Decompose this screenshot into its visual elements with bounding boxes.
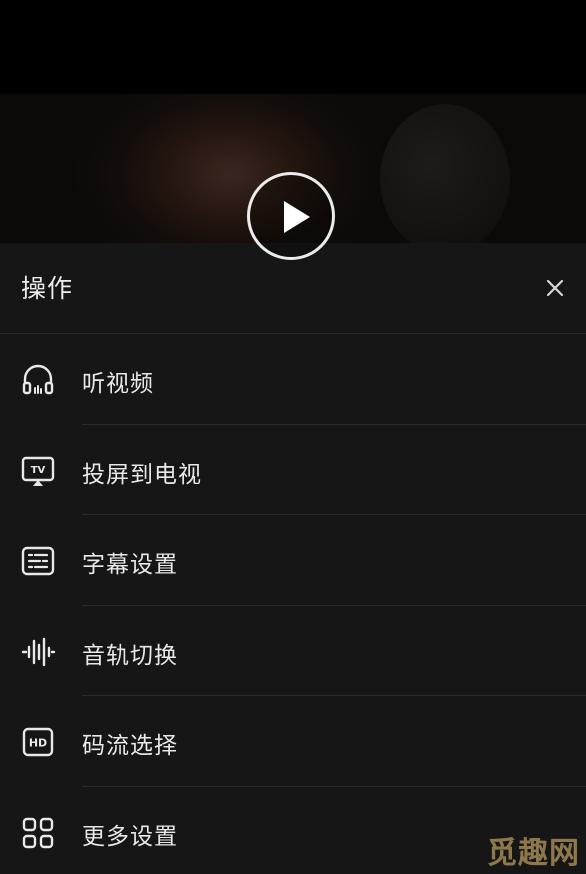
- menu-item-label: 字幕设置: [82, 552, 178, 578]
- menu-item-listen-video[interactable]: 听视频: [0, 334, 586, 425]
- close-button[interactable]: [540, 273, 570, 303]
- play-button[interactable]: [247, 172, 335, 260]
- menu-item-label: 投屏到电视: [82, 461, 202, 488]
- headphones-icon: [22, 364, 54, 395]
- status-bar-area: [0, 0, 586, 94]
- audio-waveform-icon: [21, 637, 56, 666]
- tv-cast-icon: TV: [21, 456, 55, 486]
- menu-item-bitrate-select[interactable]: HD 码流选择: [0, 696, 586, 787]
- svg-text:TV: TV: [31, 465, 46, 476]
- sheet-title: 操作: [21, 274, 74, 303]
- menu-item-label: 码流选择: [82, 733, 178, 759]
- close-icon: [546, 279, 564, 297]
- subtitles-icon: [21, 546, 55, 576]
- menu-item-label: 更多设置: [82, 823, 178, 850]
- video-frame-shadow: [380, 104, 510, 254]
- grid-icon: [22, 817, 54, 848]
- menu-item-audio-track[interactable]: 音轨切换: [0, 606, 586, 696]
- svg-text:HD: HD: [29, 737, 47, 750]
- play-icon: [284, 201, 310, 233]
- menu-item-cast-to-tv[interactable]: TV 投屏到电视: [0, 425, 586, 515]
- hd-icon: HD: [22, 727, 54, 757]
- menu-item-subtitle-settings[interactable]: 字幕设置: [0, 515, 586, 606]
- screen: 操作 听视频 TV 投屏到电视 字幕设置 音轨切换 HD 码流选择 更多设置 觅…: [0, 0, 586, 874]
- menu-item-label: 听视频: [82, 371, 154, 397]
- watermark: 觅趣网: [487, 836, 580, 871]
- action-sheet: 操作 听视频 TV 投屏到电视 字幕设置 音轨切换 HD 码流选择 更多设置: [0, 243, 586, 874]
- menu-item-label: 音轨切换: [82, 642, 178, 669]
